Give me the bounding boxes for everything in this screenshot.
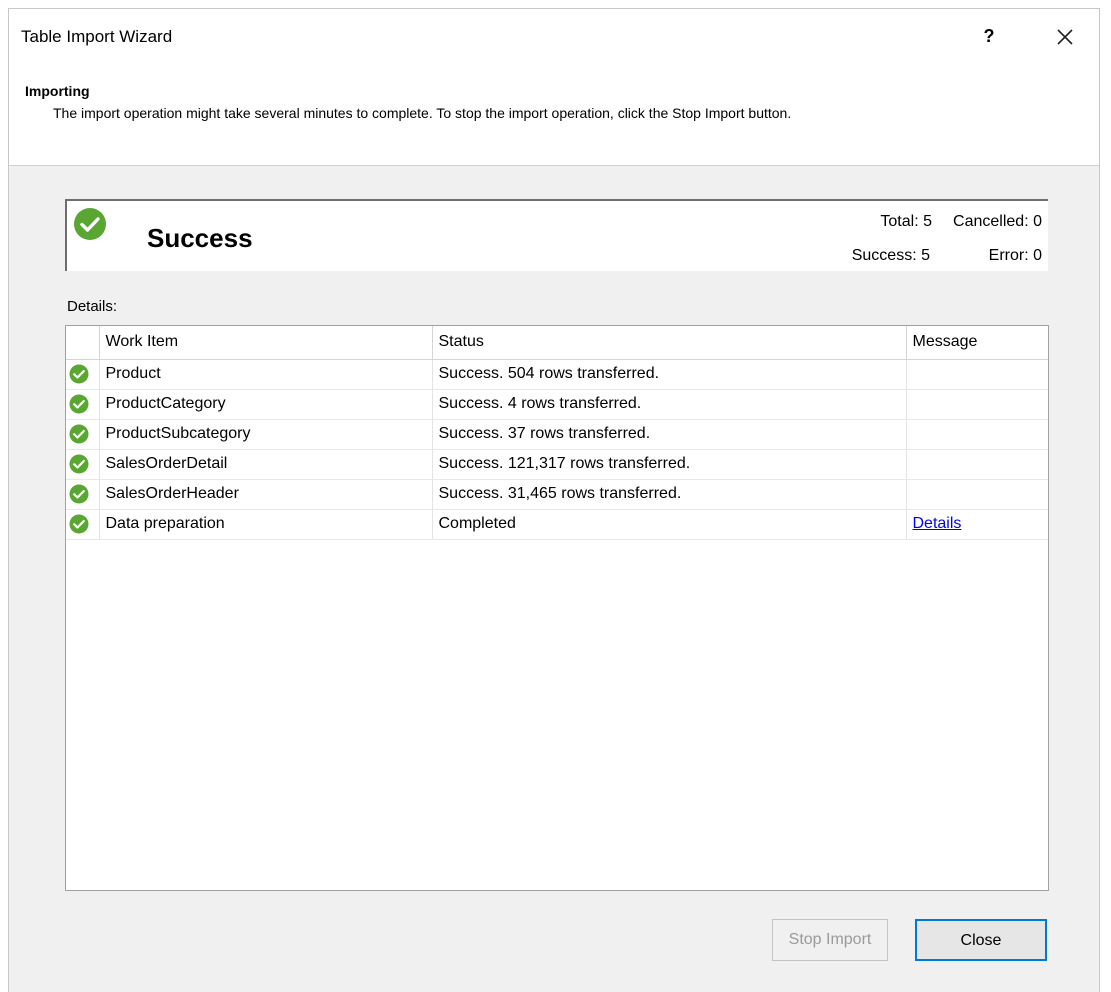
status-cell: Success. 37 rows transferred. xyxy=(432,419,907,450)
check-circle-icon xyxy=(69,364,89,384)
check-circle-icon xyxy=(73,207,107,241)
message-cell xyxy=(906,479,1048,510)
import-summary-panel: Success Total: 5 Cancelled: 0 Success: 5… xyxy=(65,199,1048,271)
table-row[interactable]: Product Success. 504 rows transferred. xyxy=(66,359,1048,390)
check-circle-icon xyxy=(69,394,89,414)
column-header-status[interactable]: Status xyxy=(432,326,907,360)
message-cell xyxy=(906,389,1048,420)
error-count: Error: 0 xyxy=(988,247,1042,264)
header-description: The import operation might take several … xyxy=(53,105,792,121)
details-table-container[interactable]: Work Item Status Message Product Success… xyxy=(65,325,1049,891)
close-button[interactable]: Close xyxy=(915,919,1047,961)
total-count: Total: 5 xyxy=(880,213,932,230)
table-row[interactable]: ProductCategory Success. 4 rows transfer… xyxy=(66,389,1048,420)
work-item-cell: Product xyxy=(99,359,433,390)
work-item-cell: ProductSubcategory xyxy=(99,419,433,450)
table-row[interactable]: Data preparation Completed Details xyxy=(66,509,1048,540)
message-cell xyxy=(906,419,1048,450)
table-import-wizard-window: Table Import Wizard ? Importing The impo… xyxy=(8,8,1100,992)
stop-import-button: Stop Import xyxy=(772,919,888,961)
message-cell xyxy=(906,359,1048,390)
check-circle-icon xyxy=(69,454,89,474)
work-item-cell: SalesOrderHeader xyxy=(99,479,433,510)
table-row[interactable]: ProductSubcategory Success. 37 rows tran… xyxy=(66,419,1048,450)
column-header-work-item[interactable]: Work Item xyxy=(99,326,433,360)
success-count: Success: 5 xyxy=(851,247,930,264)
summary-status: Success xyxy=(147,223,253,253)
table-row[interactable]: SalesOrderHeader Success. 31,465 rows tr… xyxy=(66,479,1048,510)
check-circle-icon xyxy=(69,424,89,444)
work-item-cell: Data preparation xyxy=(99,509,433,540)
details-link[interactable]: Details xyxy=(913,515,962,532)
cancelled-count: Cancelled: 0 xyxy=(953,213,1042,230)
check-circle-icon xyxy=(69,514,89,534)
status-cell: Success. 504 rows transferred. xyxy=(432,359,907,390)
table-row[interactable]: SalesOrderDetail Success. 121,317 rows t… xyxy=(66,449,1048,480)
help-button[interactable]: ? xyxy=(977,23,1001,49)
title-bar: Table Import Wizard ? xyxy=(9,9,1099,63)
window-title: Table Import Wizard xyxy=(21,27,173,46)
wizard-header: Importing The import operation might tak… xyxy=(9,63,1099,166)
column-header-icon xyxy=(66,326,100,360)
check-circle-icon xyxy=(69,484,89,504)
work-item-cell: SalesOrderDetail xyxy=(99,449,433,480)
column-header-message[interactable]: Message xyxy=(906,326,1048,360)
status-cell: Success. 4 rows transferred. xyxy=(432,389,907,420)
table-header-row: Work Item Status Message xyxy=(66,326,1048,360)
status-cell: Completed xyxy=(432,509,907,540)
message-cell xyxy=(906,449,1048,480)
status-cell: Success. 31,465 rows transferred. xyxy=(432,479,907,510)
message-cell: Details xyxy=(906,509,1048,540)
work-item-cell: ProductCategory xyxy=(99,389,433,420)
header-title: Importing xyxy=(25,83,90,99)
details-label: Details: xyxy=(67,298,118,315)
close-icon[interactable] xyxy=(1051,23,1079,51)
details-table: Work Item Status Message Product Success… xyxy=(66,326,1048,540)
status-cell: Success. 121,317 rows transferred. xyxy=(432,449,907,480)
